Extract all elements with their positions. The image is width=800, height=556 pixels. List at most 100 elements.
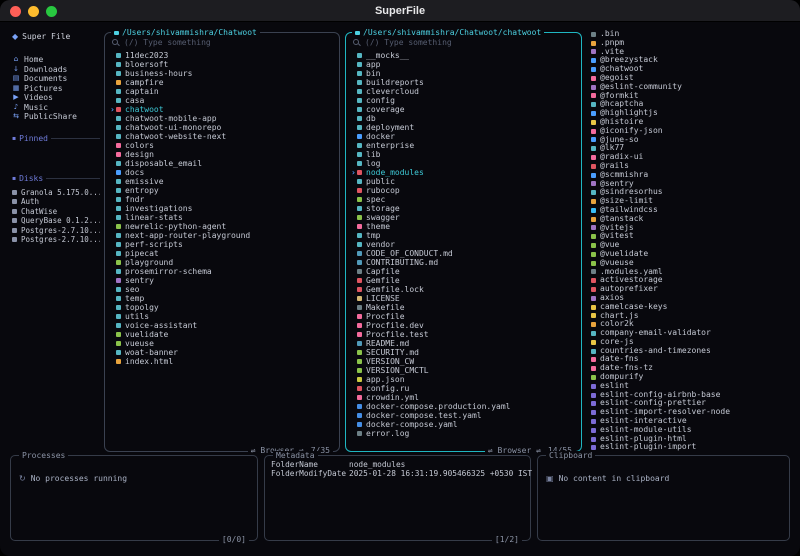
- file-row[interactable]: sentry: [110, 276, 334, 285]
- preview-row[interactable]: activestorage: [591, 276, 791, 285]
- preview-row[interactable]: dompurify: [591, 373, 791, 382]
- preview-row[interactable]: @vue: [591, 241, 791, 250]
- close-button[interactable]: [10, 6, 21, 17]
- file-row[interactable]: Gemfile.lock: [351, 285, 576, 294]
- preview-row[interactable]: @tanstack: [591, 215, 791, 224]
- preview-row[interactable]: eslint-config-prettier: [591, 399, 791, 408]
- preview-row[interactable]: @histoire: [591, 118, 791, 127]
- file-row[interactable]: theme: [351, 222, 576, 231]
- preview-row[interactable]: @highlightjs: [591, 109, 791, 118]
- sidebar-item[interactable]: ▶ Videos: [12, 93, 100, 103]
- file-row[interactable]: prosemirror-schema: [110, 267, 334, 276]
- preview-row[interactable]: @vueuse: [591, 259, 791, 268]
- file-row[interactable]: lib: [351, 150, 576, 159]
- preview-row[interactable]: chart.js: [591, 312, 791, 321]
- sidebar-item[interactable]: ⇆ PublicShare: [12, 112, 100, 122]
- preview-row[interactable]: axios: [591, 294, 791, 303]
- file-row[interactable]: bloersoft: [110, 60, 334, 69]
- file-row[interactable]: VERSION_CMCTL: [351, 366, 576, 375]
- file-row[interactable]: app: [351, 60, 576, 69]
- preview-row[interactable]: @june-so: [591, 136, 791, 145]
- file-row[interactable]: casa: [110, 96, 334, 105]
- preview-row[interactable]: @vitejs: [591, 224, 791, 233]
- file-row[interactable]: voice-assistant: [110, 321, 334, 330]
- file-row[interactable]: docker-compose.production.yaml: [351, 402, 576, 411]
- disk-item[interactable]: Postgres-2.7.10...: [12, 226, 100, 236]
- preview-row[interactable]: @hcaptcha: [591, 100, 791, 109]
- minimize-button[interactable]: [28, 6, 39, 17]
- file-row[interactable]: newrelic-python-agent: [110, 222, 334, 231]
- file-row[interactable]: Procfile: [351, 312, 576, 321]
- preview-row[interactable]: @chatwoot: [591, 65, 791, 74]
- file-row[interactable]: config.ru: [351, 384, 576, 393]
- preview-row[interactable]: autoprefixer: [591, 285, 791, 294]
- file-row[interactable]: Makefile: [351, 303, 576, 312]
- file-row[interactable]: enterprise: [351, 141, 576, 150]
- file-row[interactable]: spec: [351, 195, 576, 204]
- preview-row[interactable]: eslint: [591, 382, 791, 391]
- file-row[interactable]: deployment: [351, 123, 576, 132]
- preview-row[interactable]: camelcase-keys: [591, 303, 791, 312]
- file-row[interactable]: chatwoot-ui-monorepo: [110, 123, 334, 132]
- preview-row[interactable]: @egoist: [591, 74, 791, 83]
- preview-row[interactable]: @breezystack: [591, 56, 791, 65]
- file-row[interactable]: next-app-router-playground: [110, 231, 334, 240]
- preview-row[interactable]: eslint-plugin-html: [591, 435, 791, 444]
- file-row[interactable]: Procfile.dev: [351, 321, 576, 330]
- preview-row[interactable]: @sindresorhus: [591, 188, 791, 197]
- file-row[interactable]: disposable_email: [110, 159, 334, 168]
- disk-item[interactable]: Postgres-2.7.10...: [12, 235, 100, 245]
- preview-row[interactable]: company-email-validator: [591, 329, 791, 338]
- file-row[interactable]: › node_modules: [351, 168, 576, 177]
- file-row[interactable]: vendor: [351, 240, 576, 249]
- file-row[interactable]: perf-scripts: [110, 240, 334, 249]
- file-row[interactable]: utils: [110, 312, 334, 321]
- preview-row[interactable]: @radix-ui: [591, 153, 791, 162]
- file-row[interactable]: playground: [110, 258, 334, 267]
- file-row[interactable]: docker-compose.yaml: [351, 420, 576, 429]
- file-row[interactable]: chatwoot-website-next: [110, 132, 334, 141]
- file-row[interactable]: __mocks__: [351, 51, 576, 60]
- file-row[interactable]: chatwoot-mobile-app: [110, 114, 334, 123]
- preview-row[interactable]: date-fns: [591, 355, 791, 364]
- file-row[interactable]: db: [351, 114, 576, 123]
- preview-row[interactable]: eslint-interactive: [591, 417, 791, 426]
- preview-row[interactable]: eslint-import-resolver-node: [591, 408, 791, 417]
- preview-row[interactable]: @sentry: [591, 180, 791, 189]
- preview-row[interactable]: @scmmishra: [591, 171, 791, 180]
- file-row[interactable]: CODE_OF_CONDUCT.md: [351, 249, 576, 258]
- file-row[interactable]: topolgy: [110, 303, 334, 312]
- preview-row[interactable]: .modules.yaml: [591, 268, 791, 277]
- preview-row[interactable]: eslint-config-airbnb-base: [591, 391, 791, 400]
- file-row[interactable]: tmp: [351, 231, 576, 240]
- file-row[interactable]: fndr: [110, 195, 334, 204]
- sidebar-item[interactable]: ↓ Downloads: [12, 65, 100, 75]
- preview-row[interactable]: date-fns-tz: [591, 364, 791, 373]
- file-panel-1[interactable]: /Users/shivammishra/Chatwoot (/) Type so…: [104, 28, 340, 456]
- preview-row[interactable]: @vuelidate: [591, 250, 791, 259]
- file-row[interactable]: entropy: [110, 186, 334, 195]
- file-row[interactable]: clevercloud: [351, 87, 576, 96]
- file-row[interactable]: captain: [110, 87, 334, 96]
- disk-item[interactable]: QueryBase 0.1.2...: [12, 216, 100, 226]
- maximize-button[interactable]: [46, 6, 57, 17]
- file-row[interactable]: app.json: [351, 375, 576, 384]
- file-row[interactable]: index.html: [110, 357, 334, 366]
- preview-row[interactable]: @formkit: [591, 92, 791, 101]
- file-row[interactable]: 11dec2023: [110, 51, 334, 60]
- file-row[interactable]: LICENSE: [351, 294, 576, 303]
- preview-row[interactable]: countries-and-timezones: [591, 347, 791, 356]
- file-row[interactable]: storage: [351, 204, 576, 213]
- file-row[interactable]: SECURITY.md: [351, 348, 576, 357]
- file-row[interactable]: README.md: [351, 339, 576, 348]
- preview-row[interactable]: .vite: [591, 48, 791, 57]
- preview-row[interactable]: @rails: [591, 162, 791, 171]
- file-row[interactable]: coverage: [351, 105, 576, 114]
- file-row[interactable]: buildreports: [351, 78, 576, 87]
- preview-row[interactable]: @vitest: [591, 232, 791, 241]
- file-row[interactable]: docker: [351, 132, 576, 141]
- file-row[interactable]: log: [351, 159, 576, 168]
- preview-row[interactable]: eslint-plugin-import: [591, 443, 791, 452]
- file-row[interactable]: temp: [110, 294, 334, 303]
- file-row[interactable]: woat-banner: [110, 348, 334, 357]
